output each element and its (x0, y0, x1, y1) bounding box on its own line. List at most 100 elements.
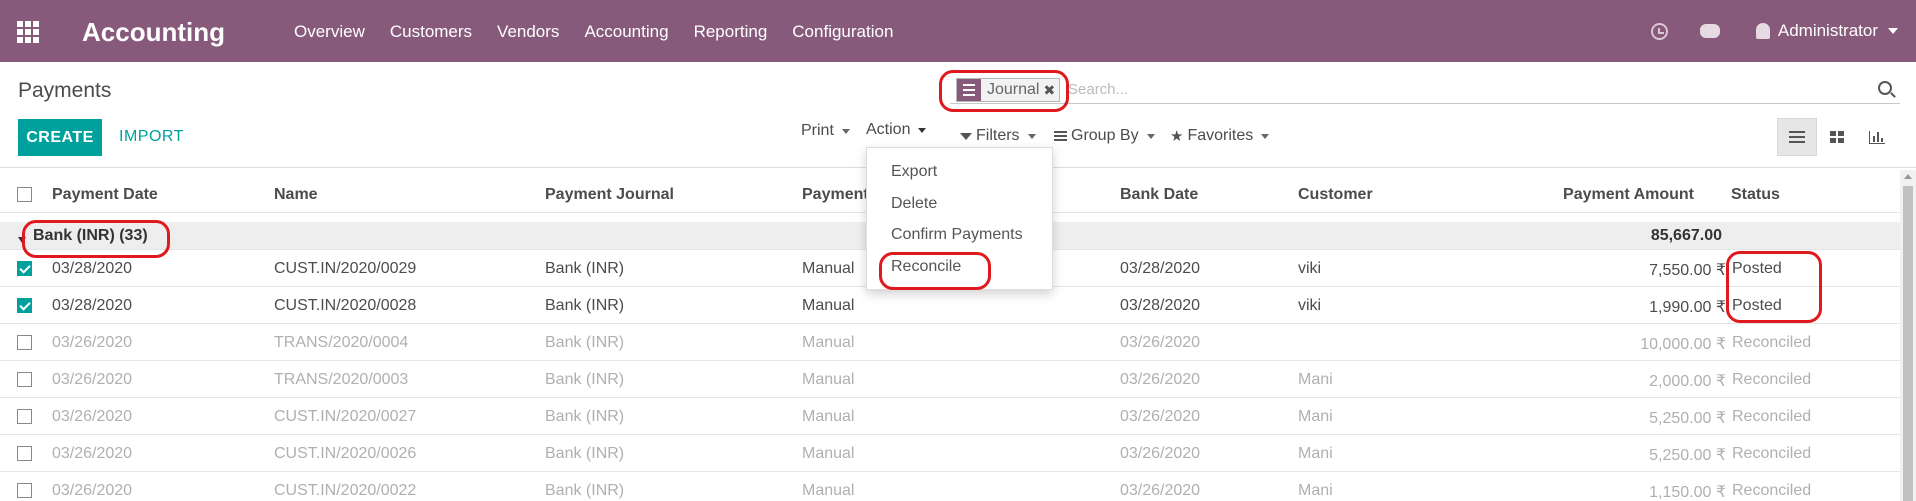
menu-accounting[interactable]: Accounting (584, 22, 668, 42)
app-title[interactable]: Accounting (82, 17, 225, 48)
col-customer[interactable]: Customer (1298, 186, 1373, 204)
cell-bank-date: 03/26/2020 (1120, 482, 1201, 499)
star-icon: ★ (1170, 128, 1184, 145)
activity-clock-icon[interactable] (1650, 22, 1668, 40)
user-menu-label[interactable]: Administrator (1778, 21, 1878, 41)
search-bar: Journal ✖ (950, 76, 1900, 104)
cell-method: Manual (802, 445, 855, 462)
col-payment-method[interactable]: Payment (802, 186, 869, 204)
select-all-checkbox[interactable] (17, 187, 32, 202)
menu-vendors[interactable]: Vendors (497, 22, 559, 42)
kanban-icon (1830, 131, 1844, 143)
menu-customers[interactable]: Customers (390, 22, 472, 42)
import-button[interactable]: IMPORT (119, 128, 184, 146)
row-checkbox[interactable] (17, 261, 32, 276)
chevron-down-icon (841, 128, 850, 134)
graph-view-button[interactable] (1857, 118, 1897, 156)
groupby-dropdown[interactable]: Group By (1054, 127, 1155, 145)
row-checkbox[interactable] (17, 335, 32, 350)
cell-method: Manual (802, 408, 855, 425)
cell-journal: Bank (INR) (545, 445, 625, 462)
cell-journal: Bank (INR) (545, 408, 625, 425)
action-dropdown[interactable]: Action (866, 121, 927, 139)
table-row[interactable]: 03/26/2020 CUST.IN/2020/0027 Bank (INR) … (0, 398, 1900, 435)
annotation-posted-status (1726, 251, 1822, 323)
create-button[interactable]: CREATE (18, 119, 102, 156)
col-payment-amount[interactable]: Payment Amount (1520, 186, 1694, 204)
cell-amount: 1,150.00 ₹ (1649, 484, 1726, 501)
cell-journal: Bank (INR) (545, 297, 625, 314)
cell-date: 03/26/2020 (52, 371, 133, 388)
table-row[interactable]: 03/26/2020 CUST.IN/2020/0026 Bank (INR) … (0, 435, 1900, 472)
cell-amount: 5,250.00 ₹ (1649, 410, 1726, 427)
menu-reporting[interactable]: Reporting (694, 22, 768, 42)
user-avatar-icon[interactable] (1755, 23, 1770, 39)
cell-name: TRANS/2020/0004 (274, 334, 409, 351)
cell-bank-date: 03/26/2020 (1120, 334, 1201, 351)
main-menu: Overview Customers Vendors Accounting Re… (294, 22, 918, 42)
menu-overview[interactable]: Overview (294, 22, 365, 42)
filters-dropdown[interactable]: Filters (960, 127, 1036, 145)
kanban-view-button[interactable] (1817, 118, 1857, 156)
row-checkbox[interactable] (17, 298, 32, 313)
table-row[interactable]: 03/28/2020 CUST.IN/2020/0028 Bank (INR) … (0, 287, 1900, 324)
action-confirm-payments[interactable]: Confirm Payments (891, 226, 1023, 244)
cell-name: CUST.IN/2020/0027 (274, 408, 417, 425)
cell-name: CUST.IN/2020/0029 (274, 260, 417, 277)
list-icon (1789, 131, 1805, 143)
table-row[interactable]: 03/26/2020 TRANS/2020/0004 Bank (INR) Ma… (0, 324, 1900, 361)
chevron-down-icon (918, 127, 927, 133)
action-delete[interactable]: Delete (891, 195, 937, 213)
cell-date: 03/28/2020 (52, 297, 133, 314)
cell-bank-date: 03/26/2020 (1120, 445, 1201, 462)
cell-status: Reconciled (1732, 334, 1812, 351)
scrollbar-thumb[interactable] (1903, 186, 1913, 501)
annotation-group-row (22, 220, 170, 258)
chevron-down-icon (1261, 133, 1270, 139)
filter-icon (960, 132, 972, 140)
row-checkbox[interactable] (17, 446, 32, 461)
col-payment-journal[interactable]: Payment Journal (545, 186, 674, 204)
cell-amount: 5,250.00 ₹ (1649, 447, 1726, 464)
col-status[interactable]: Status (1731, 186, 1780, 204)
row-checkbox[interactable] (17, 372, 32, 387)
menu-configuration[interactable]: Configuration (792, 22, 893, 42)
col-bank-date[interactable]: Bank Date (1120, 186, 1198, 204)
top-navbar: Accounting Overview Customers Vendors Ac… (0, 0, 1916, 62)
col-name[interactable]: Name (274, 186, 318, 204)
table-row[interactable]: 03/26/2020 TRANS/2020/0003 Bank (INR) Ma… (0, 361, 1900, 398)
row-checkbox[interactable] (17, 409, 32, 424)
list-view-button[interactable] (1777, 118, 1817, 156)
messaging-chat-icon[interactable] (1699, 24, 1720, 38)
search-input[interactable] (1068, 81, 1568, 98)
cell-amount: 2,000.00 ₹ (1649, 373, 1726, 390)
search-icon[interactable] (1878, 81, 1892, 95)
favorites-dropdown[interactable]: ★ Favorites (1170, 127, 1270, 145)
cell-method: Manual (802, 371, 855, 388)
col-payment-date[interactable]: Payment Date (52, 186, 158, 204)
cell-customer: Mani (1298, 445, 1333, 462)
cell-journal: Bank (INR) (545, 482, 625, 499)
breadcrumb: Payments (18, 79, 112, 102)
print-dropdown[interactable]: Print (801, 122, 850, 140)
print-label: Print (801, 122, 834, 139)
cell-bank-date: 03/28/2020 (1120, 260, 1201, 277)
row-checkbox[interactable] (17, 483, 32, 498)
user-menu-caret-icon[interactable] (1888, 28, 1898, 34)
action-export[interactable]: Export (891, 163, 937, 181)
chevron-down-icon (1146, 133, 1155, 139)
cell-name: CUST.IN/2020/0028 (274, 297, 417, 314)
cell-status: Reconciled (1732, 371, 1812, 388)
annotation-journal-facet (939, 70, 1069, 112)
cell-date: 03/26/2020 (52, 482, 133, 499)
favorites-label: Favorites (1187, 127, 1254, 144)
cell-date: 03/26/2020 (52, 408, 133, 425)
apps-menu-icon[interactable] (17, 21, 39, 43)
vertical-scrollbar[interactable] (1900, 170, 1916, 501)
cell-customer: Mani (1298, 482, 1333, 499)
scroll-up-icon[interactable] (1904, 174, 1912, 179)
table-row[interactable]: 03/26/2020 CUST.IN/2020/0022 Bank (INR) … (0, 472, 1900, 501)
cell-bank-date: 03/26/2020 (1120, 371, 1201, 388)
action-label: Action (866, 121, 911, 138)
cell-name: CUST.IN/2020/0022 (274, 482, 417, 499)
